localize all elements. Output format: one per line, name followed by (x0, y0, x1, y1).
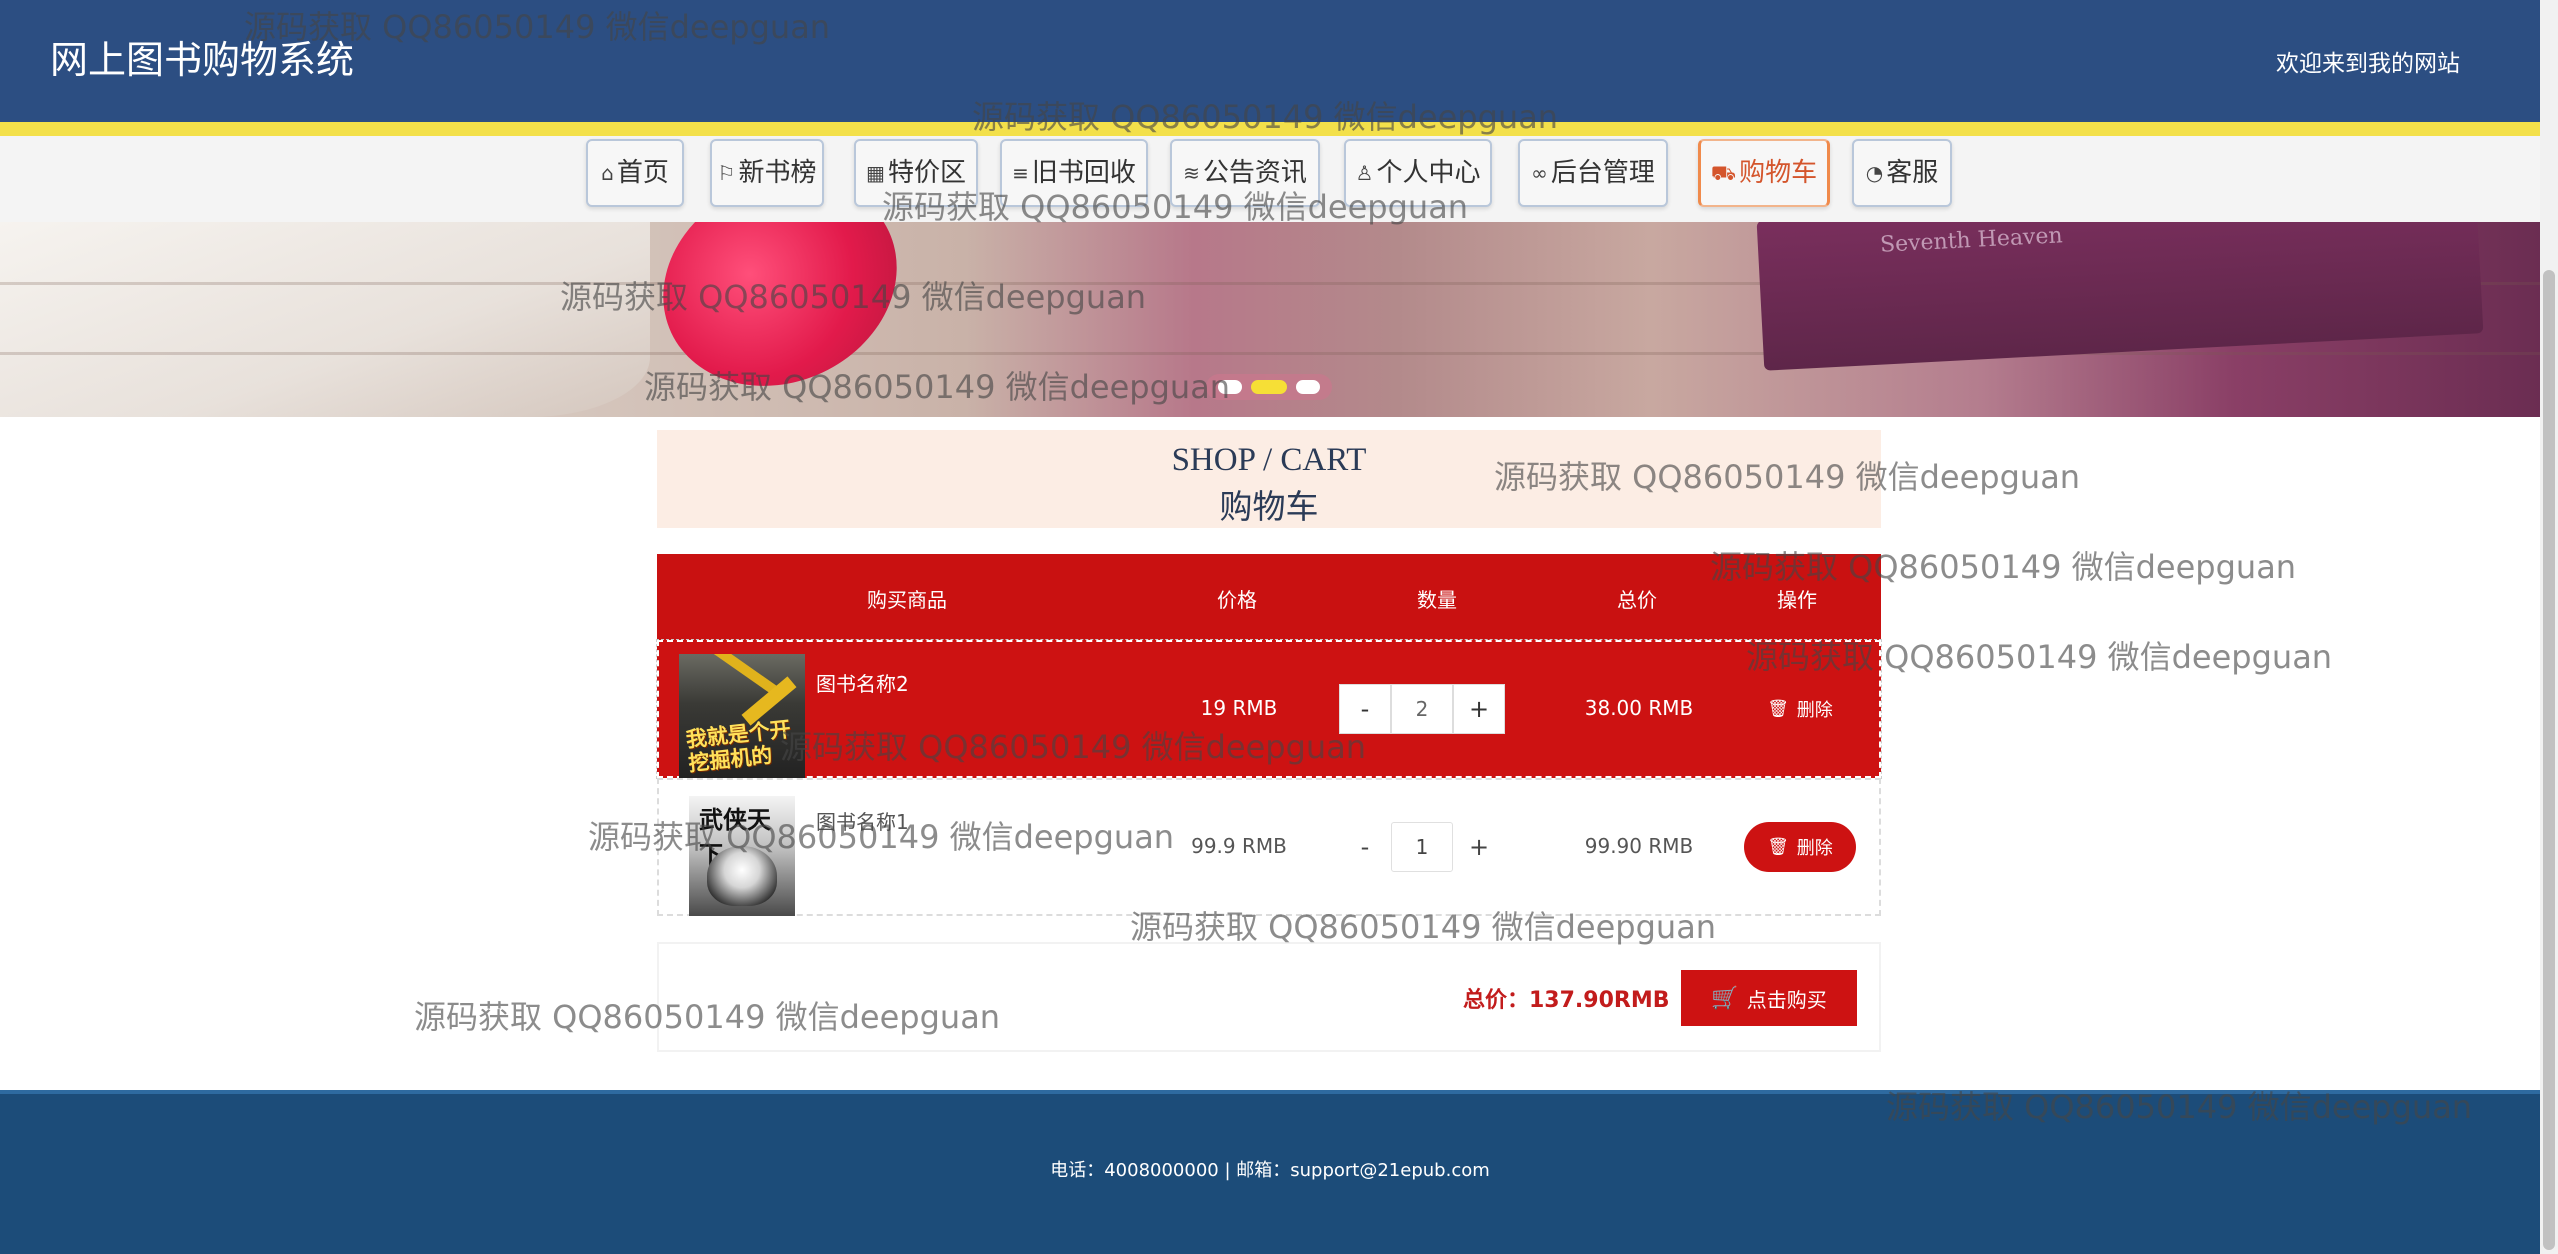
quantity-stepper: - 2 + (1339, 684, 1505, 736)
nav-profile-label: 个人中心 (1376, 158, 1481, 188)
link-icon: ∞ (1531, 161, 1548, 185)
cart-summary: 总价：137.90RMB 🛒 点击购买 (657, 942, 1881, 1052)
cart-heading-zh: 购物车 (1219, 487, 1319, 526)
banner-book (1756, 222, 2484, 371)
delete-label: 删除 (1796, 838, 1833, 859)
nav-new-books-label: 新书榜 (738, 158, 817, 188)
chat-icon: ◔ (1865, 161, 1884, 185)
flag-icon: ⚐ (717, 161, 736, 185)
layers-icon: ≋ (1183, 161, 1200, 185)
cart-row: 我就是个开挖掘机的 图书名称2 19 RMB - 2 + 38.00 RMB 🗑… (656, 639, 1882, 779)
col-subtotal: 总价 (1617, 588, 1657, 612)
cart-heading-en: SHOP / CART (1171, 442, 1367, 478)
welcome-text: 欢迎来到我的网站 (2276, 51, 2460, 77)
book-price: 19 RMB (1200, 696, 1278, 720)
book-subtotal: 38.00 RMB (1584, 696, 1694, 720)
delete-button[interactable]: 🗑 删除 (1744, 822, 1856, 872)
book-price: 99.9 RMB (1191, 834, 1287, 858)
decrease-button[interactable]: - (1339, 822, 1391, 872)
delete-label: 删除 (1796, 700, 1833, 721)
nav-cart[interactable]: ⛟ 购物车 (1698, 139, 1830, 207)
cart-icon: ⛟ (1710, 161, 1737, 185)
nav-specials[interactable]: ▦ 特价区 (854, 139, 978, 207)
book-cover-text: 我就是个开挖掘机的 (684, 717, 792, 776)
book-subtotal: 99.90 RMB (1584, 834, 1694, 858)
delete-button[interactable]: 🗑 删除 (1744, 684, 1856, 734)
site-footer: 电话：4008000000 | 邮箱：support@21epub.com (0, 1090, 2540, 1254)
nav-news-label: 公告资讯 (1202, 158, 1307, 188)
quantity-value[interactable]: 2 (1391, 684, 1453, 734)
quantity-stepper: - 1 + (1339, 822, 1505, 874)
nav-home-label: 首页 (616, 158, 669, 188)
site-title[interactable]: 网上图书购物系统 (50, 36, 354, 84)
banner-leaf (628, 222, 932, 417)
book-cover[interactable]: 我就是个开挖掘机的 (679, 654, 805, 778)
increase-button[interactable]: + (1453, 684, 1505, 734)
nav-service[interactable]: ◔ 客服 (1852, 139, 1952, 207)
nav-admin[interactable]: ∞ 后台管理 (1518, 139, 1668, 207)
user-icon: ♙ (1355, 161, 1374, 185)
footer-contact: 电话：4008000000 | 邮箱：support@21epub.com (1050, 1160, 1490, 1181)
col-product: 购买商品 (867, 588, 947, 612)
buy-button[interactable]: 🛒 点击购买 (1681, 970, 1857, 1026)
nav-service-label: 客服 (1886, 158, 1939, 188)
banner-open-book (0, 222, 650, 417)
cart-icon: 🛒 (1711, 985, 1739, 1011)
nav-news[interactable]: ≋ 公告资讯 (1170, 139, 1320, 207)
decrease-button[interactable]: - (1339, 684, 1391, 734)
quantity-value[interactable]: 1 (1391, 822, 1453, 872)
carousel-dot-2[interactable] (1251, 380, 1287, 394)
cart-row: 武侠天下 图书名称1 99.9 RMB - 1 + 99.90 RMB 🗑 删除 (657, 778, 1881, 916)
cart-table-header: 购买商品 价格 数量 总价 操作 (657, 554, 1881, 640)
col-quantity: 数量 (1417, 588, 1457, 612)
buy-label: 点击购买 (1746, 987, 1827, 1012)
nav-profile[interactable]: ♙ 个人中心 (1344, 139, 1492, 207)
grid-icon: ▦ (866, 161, 885, 185)
nav-specials-label: 特价区 (887, 158, 966, 188)
nav-admin-label: 后台管理 (1550, 158, 1655, 188)
nav-home[interactable]: ⌂ 首页 (586, 139, 684, 207)
increase-button[interactable]: + (1453, 822, 1505, 872)
carousel-indicators (1206, 374, 1332, 400)
book-name[interactable]: 图书名称1 (816, 806, 909, 835)
home-icon: ⌂ (601, 161, 614, 185)
sliders-icon: ≡ (1012, 161, 1029, 185)
nav-recycle[interactable]: ≡ 旧书回收 (1000, 139, 1148, 207)
site-header: 网上图书购物系统 欢迎来到我的网站 (0, 0, 2540, 122)
carousel-dot-1[interactable] (1218, 380, 1242, 394)
page-scrollbar[interactable] (2540, 0, 2558, 1254)
trash-icon: 🗑 (1767, 837, 1789, 857)
trash-icon: 🗑 (1767, 699, 1789, 719)
nav-recycle-label: 旧书回收 (1031, 158, 1136, 188)
scrollbar-thumb[interactable] (2543, 270, 2555, 1250)
header-stripe (0, 122, 2540, 136)
book-name[interactable]: 图书名称2 (816, 668, 909, 697)
cart-heading: SHOP / CART 购物车 (657, 430, 1881, 528)
total-price: 总价：137.90RMB (1463, 988, 1670, 1013)
nav-cart-label: 购物车 (1739, 158, 1818, 188)
col-price: 价格 (1217, 588, 1257, 612)
nav-new-books[interactable]: ⚐ 新书榜 (710, 139, 824, 207)
book-cover[interactable]: 武侠天下 (689, 796, 795, 916)
col-action: 操作 (1777, 588, 1817, 612)
carousel-dot-3[interactable] (1296, 380, 1320, 394)
